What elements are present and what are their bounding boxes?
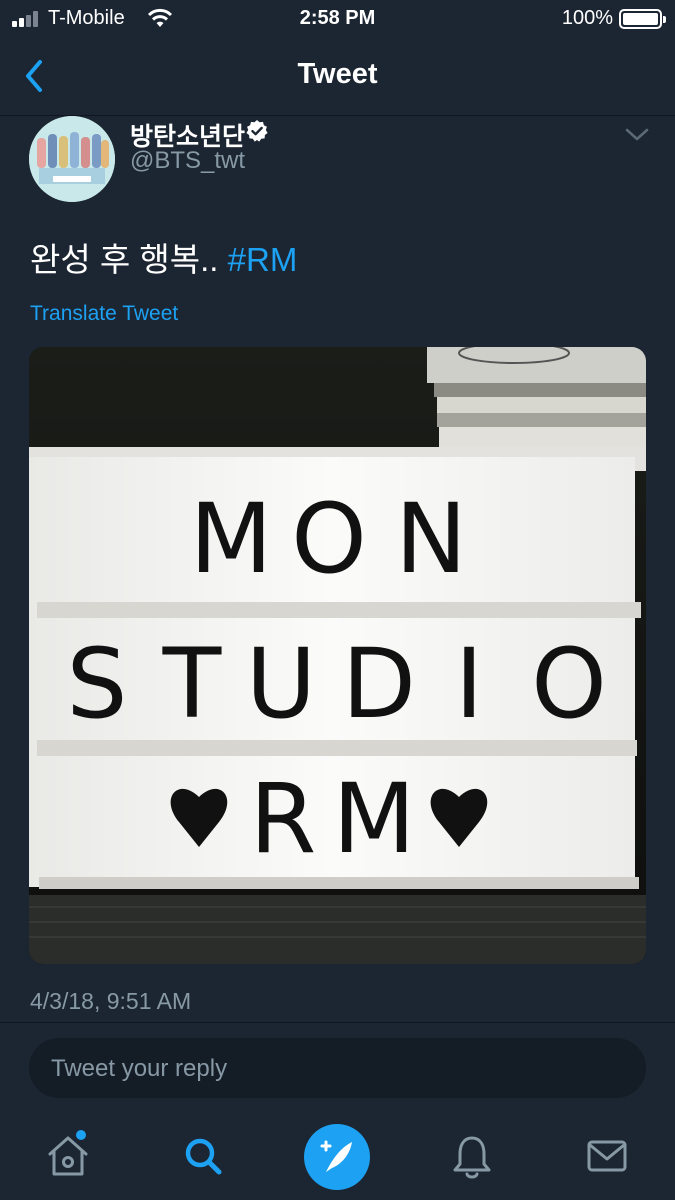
svg-text:M: M: [190, 483, 273, 595]
status-bar: T-Mobile 2:58 PM 100%: [0, 0, 675, 38]
home-icon[interactable]: [40, 1128, 96, 1184]
notifications-icon[interactable]: [444, 1128, 500, 1184]
nav-bar: Tweet: [0, 38, 675, 116]
svg-text:O: O: [531, 628, 607, 740]
battery-percentage: 100%: [561, 7, 613, 29]
svg-text:O: O: [291, 483, 367, 595]
svg-text:T: T: [162, 628, 222, 740]
avatar[interactable]: [29, 116, 115, 202]
svg-text:M: M: [333, 763, 416, 875]
tweet-header: 방탄소년단 @BTS_twt: [0, 116, 675, 207]
divider: [0, 1022, 675, 1023]
svg-text:D: D: [342, 628, 416, 740]
hashtag-link[interactable]: #RM: [228, 241, 298, 278]
tab-bar: [0, 1110, 675, 1200]
chevron-down-icon[interactable]: [624, 125, 650, 145]
author-handle[interactable]: @BTS_twt: [130, 147, 245, 175]
svg-text:N: N: [395, 483, 467, 595]
search-icon[interactable]: [175, 1128, 231, 1184]
page-title: Tweet: [297, 58, 378, 90]
battery-icon: [619, 9, 666, 29]
reply-input[interactable]: Tweet your reply: [29, 1038, 646, 1098]
tweet-image[interactable]: M O N S T U D I O R M: [29, 347, 646, 964]
verified-badge-icon: [246, 120, 268, 142]
messages-icon[interactable]: [579, 1128, 635, 1184]
tweet-text: 완성 후 행복.. #RM: [30, 233, 297, 281]
tweet-body: 완성 후 행복..: [30, 241, 219, 278]
compose-icon: [320, 1140, 352, 1172]
svg-text:I: I: [455, 628, 483, 740]
translate-tweet-link[interactable]: Translate Tweet: [30, 302, 178, 326]
tweet-timestamp: 4/3/18, 9:51 AM: [30, 988, 192, 1014]
svg-text:R: R: [250, 763, 317, 875]
svg-text:U: U: [246, 628, 316, 740]
svg-text:S: S: [67, 628, 128, 740]
reply-placeholder: Tweet your reply: [51, 1055, 228, 1082]
compose-button[interactable]: [304, 1124, 370, 1190]
